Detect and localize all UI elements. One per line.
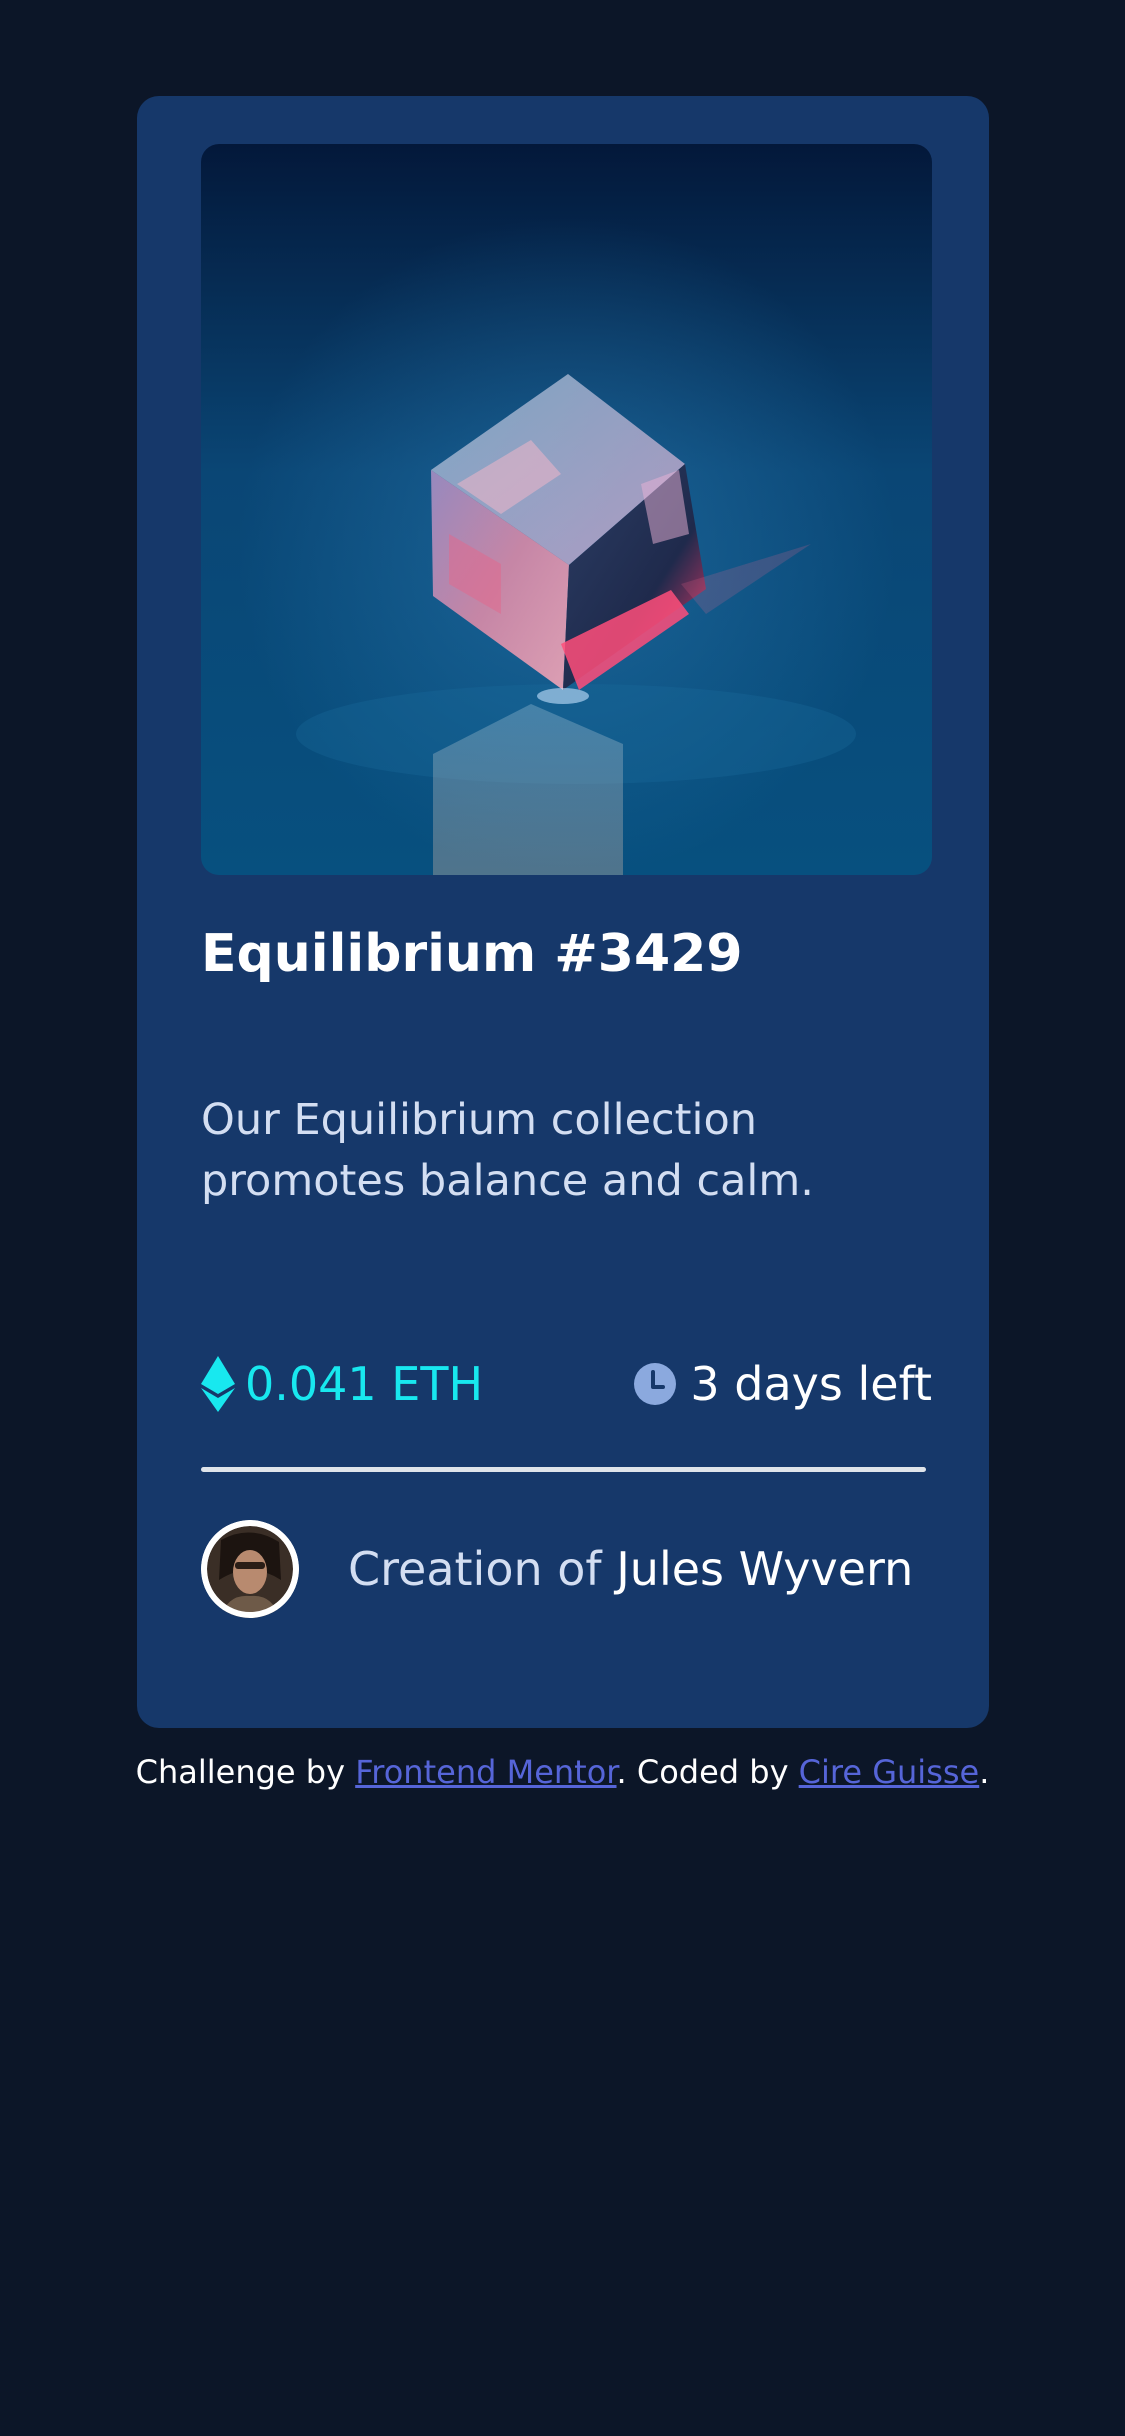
frontend-mentor-link[interactable]: Frontend Mentor bbox=[355, 1753, 616, 1791]
time-left-value: 3 days left bbox=[690, 1357, 932, 1411]
creator-row: Creation of Jules Wyvern bbox=[201, 1520, 932, 1618]
ethereum-icon bbox=[201, 1356, 235, 1412]
creator-prefix: Creation of bbox=[348, 1542, 617, 1596]
equilibrium-cube-image bbox=[201, 144, 932, 875]
creator-name-link[interactable]: Jules Wyvern bbox=[616, 1542, 913, 1596]
clock-icon bbox=[634, 1363, 677, 1405]
attribution-suffix: . bbox=[979, 1753, 990, 1791]
price: 0.041 ETH bbox=[201, 1346, 483, 1422]
nft-image[interactable] bbox=[201, 144, 932, 875]
attribution-prefix: Challenge by bbox=[135, 1753, 356, 1791]
nft-meta: 0.041 ETH 3 days left bbox=[201, 1346, 932, 1422]
time-remaining: 3 days left bbox=[634, 1346, 932, 1422]
divider bbox=[201, 1467, 926, 1472]
author-link[interactable]: Cire Guisse bbox=[799, 1753, 980, 1791]
nft-description: Our Equilibrium collection promotes bala… bbox=[201, 1095, 814, 1206]
attribution: Challenge by Frontend Mentor. Coded by C… bbox=[0, 1752, 1125, 1792]
attribution-middle: . Coded by bbox=[616, 1753, 799, 1791]
price-value: 0.041 ETH bbox=[245, 1357, 484, 1411]
creator-credit: Creation of Jules Wyvern bbox=[348, 1520, 913, 1618]
nft-card: Equilibrium #3429 Our Equilibrium collec… bbox=[137, 96, 989, 1728]
avatar bbox=[201, 1520, 299, 1618]
nft-title[interactable]: Equilibrium #3429 bbox=[201, 922, 743, 986]
creator-avatar-image bbox=[201, 1520, 299, 1618]
